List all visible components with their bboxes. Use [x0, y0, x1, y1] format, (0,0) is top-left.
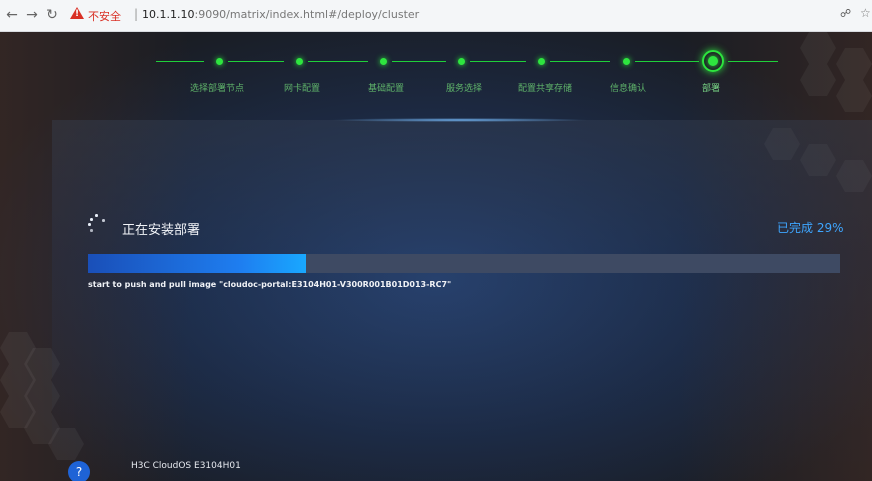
install-status-title: 正在安装部署	[122, 223, 201, 238]
hex-decoration	[800, 32, 836, 64]
hex-decoration	[836, 48, 872, 80]
step-label-confirm: 信息确认	[610, 84, 647, 94]
reload-icon[interactable]: ↻	[44, 7, 60, 23]
step-connector	[550, 61, 610, 62]
key-icon[interactable]: ☍	[840, 7, 854, 21]
url-path: :9090/matrix/index.html#/deploy/cluster	[194, 8, 420, 21]
step-connector	[156, 61, 204, 62]
address-bar[interactable]: 不安全 | 10.1.1.10:9090/matrix/index.html#/…	[64, 5, 844, 27]
step-dot-5	[538, 58, 545, 65]
help-button[interactable]: ?	[68, 461, 90, 481]
step-dot-6	[623, 58, 630, 65]
step-label-select-nodes: 选择部署节点	[190, 84, 245, 94]
url-text[interactable]: 10.1.1.10:9090/matrix/index.html#/deploy…	[142, 8, 419, 21]
step-current-dot	[708, 56, 718, 66]
loading-spinner-icon	[88, 214, 106, 234]
product-version: H3C CloudOS E3104H01	[131, 461, 241, 471]
step-dot-1	[216, 58, 223, 65]
progress-percent: 已完成 29%	[777, 221, 844, 235]
step-connector	[308, 61, 368, 62]
step-connector	[728, 61, 778, 62]
progress-bar-fill	[88, 254, 307, 273]
step-connector	[470, 61, 526, 62]
content-panel	[52, 120, 872, 481]
hex-decoration	[800, 64, 836, 96]
step-dot-3	[380, 58, 387, 65]
panel-glow	[330, 118, 590, 122]
address-separator: |	[134, 7, 139, 21]
step-label-shared-storage: 配置共享存储	[518, 84, 573, 94]
insecure-label[interactable]: 不安全	[88, 8, 121, 24]
step-label-nic-config: 网卡配置	[284, 84, 321, 94]
back-arrow-icon[interactable]: ←	[4, 7, 20, 23]
step-dot-4	[458, 58, 465, 65]
forward-arrow-icon[interactable]: →	[24, 7, 40, 23]
step-connector	[635, 61, 699, 62]
url-host: 10.1.1.10	[142, 8, 195, 21]
step-label-deploy: 部署	[702, 84, 721, 94]
step-label-service-select: 服务选择	[446, 84, 483, 94]
warning-icon	[70, 7, 84, 19]
step-dot-2	[296, 58, 303, 65]
deploy-page: 选择部署节点 网卡配置 基础配置 服务选择 配置共享存储 信息确认 部署 正在安…	[0, 32, 872, 481]
browser-toolbar: ← → ↻ 不安全 | 10.1.1.10:9090/matrix/index.…	[0, 0, 872, 32]
step-label-basic-config: 基础配置	[368, 84, 405, 94]
step-connector	[392, 61, 446, 62]
install-log-line: start to push and pull image "cloudoc-po…	[88, 280, 452, 289]
progress-bar	[88, 254, 840, 273]
star-icon[interactable]: ☆	[860, 6, 872, 20]
hex-decoration	[836, 80, 872, 112]
step-connector	[228, 61, 284, 62]
